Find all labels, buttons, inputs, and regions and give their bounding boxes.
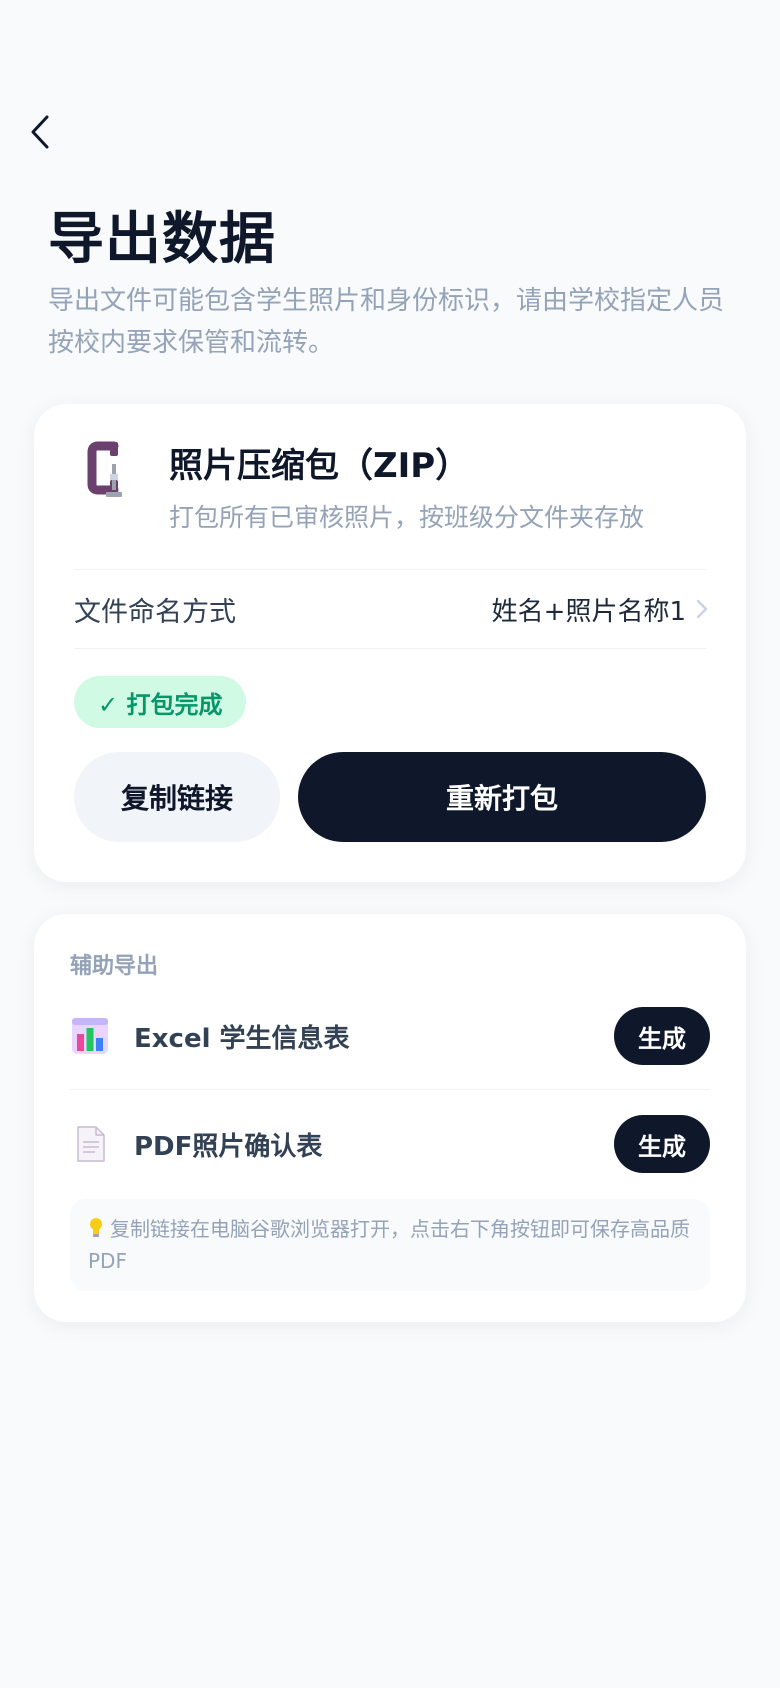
generate-excel-button[interactable]: 生成	[614, 1007, 710, 1065]
zip-export-card: 照片压缩包（ZIP） 打包所有已审核照片，按班级分文件夹存放 文件命名方式 姓名…	[34, 404, 746, 882]
clamp-icon	[87, 441, 122, 497]
section-heading: 辅助导出	[70, 954, 159, 979]
page-title: 导出数据	[48, 207, 276, 272]
status-badge: ✓ 打包完成	[74, 676, 247, 728]
document-icon	[77, 1126, 105, 1162]
file-naming-selector: 姓名+照片名称1	[492, 591, 710, 628]
pdf-export-label: PDF照片确认表	[134, 1131, 323, 1162]
file-naming-label: 文件命名方式	[74, 596, 236, 628]
auxiliary-export-card: 辅助导出 Excel 学生信息表 生成 PDF照片确认表 生成 复制链接在电脑谷…	[34, 914, 746, 1322]
copy-link-button[interactable]: 复制链接	[74, 752, 280, 842]
tip-box: 复制链接在电脑谷歌浏览器打开，点击右下角按钮即可保存高品质 PDF	[70, 1199, 710, 1291]
chevron-right-icon	[696, 599, 708, 619]
zip-card-title: 照片压缩包（ZIP）	[169, 446, 470, 486]
excel-export-row: Excel 学生信息表 生成	[70, 1002, 710, 1070]
chevron-left-icon	[31, 115, 49, 149]
divider	[70, 1089, 710, 1090]
file-naming-value: 姓名+照片名称1	[491, 596, 686, 627]
generate-pdf-button[interactable]: 生成	[614, 1115, 710, 1173]
file-naming-row[interactable]: 文件命名方式 姓名+照片名称1	[74, 570, 710, 648]
excel-export-label: Excel 学生信息表	[134, 1023, 350, 1054]
tip-text: 复制链接在电脑谷歌浏览器打开，点击右下角按钮即可保存高品质 PDF	[88, 1217, 690, 1273]
zip-card-description: 打包所有已审核照片，按班级分文件夹存放	[169, 503, 645, 532]
back-button[interactable]	[20, 110, 60, 154]
bar-chart-icon	[72, 1018, 108, 1054]
page-subtitle: 导出文件可能包含学生照片和身份标识，请由学校指定人员按校内要求保管和流转。	[48, 286, 725, 358]
pdf-export-row: PDF照片确认表 生成	[70, 1110, 710, 1178]
divider	[74, 648, 706, 649]
repack-button[interactable]: 重新打包	[298, 752, 706, 842]
lightbulb-icon	[90, 1218, 102, 1237]
